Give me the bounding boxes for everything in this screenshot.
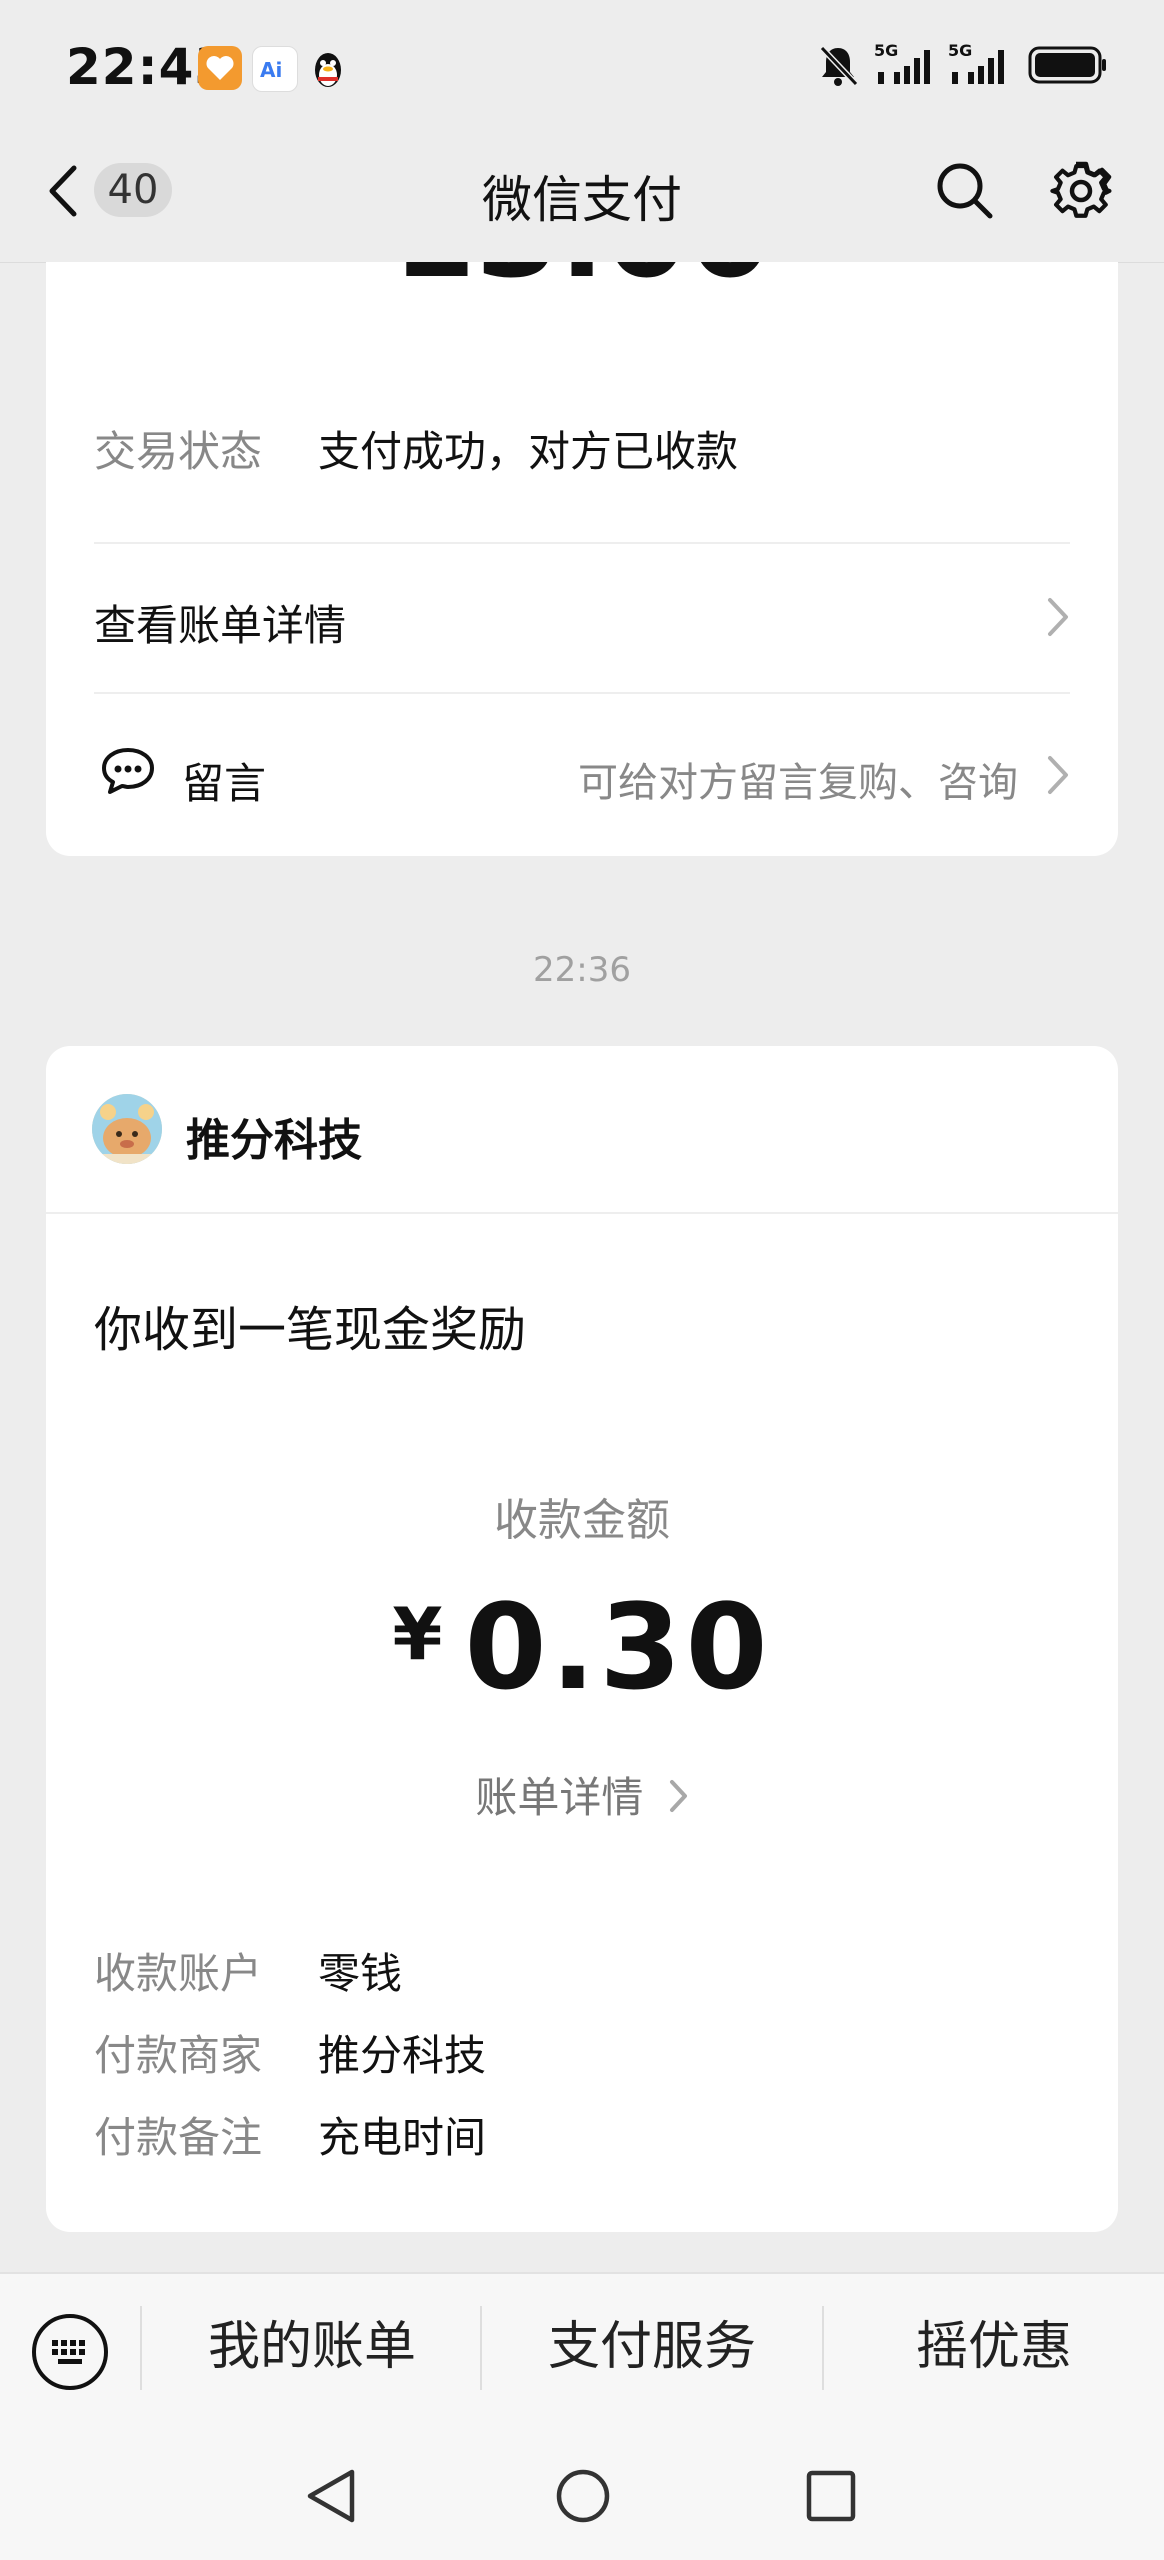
merchant-name[interactable]: 推分科技 [186,1104,362,1168]
battery-icon [1028,42,1108,92]
chevron-right-icon [667,1776,689,1826]
status-label: 交易状态 [94,427,263,476]
svg-text:5G: 5G [874,42,898,60]
status-value: 支付成功，对方已收款 [318,427,739,476]
bill-detail-link[interactable]: 账单详情 [475,1773,643,1822]
signal-icon: 5G [874,41,934,92]
menu-shake-discount[interactable]: 摇优惠 [824,2272,1164,2422]
currency-symbol: ¥ [392,1592,443,1676]
menu-my-bills[interactable]: 我的账单 [142,2272,482,2422]
detail-label: 付款备注 [94,2113,263,2162]
amount-label: 收款金额 [494,1495,670,1546]
merchant-avatar[interactable] [92,1094,162,1164]
status-icons: 5G 5G [816,41,1108,92]
svg-text:Ai: Ai [260,58,282,82]
keyboard-icon[interactable] [30,2312,110,2396]
qq-penguin-icon [306,46,350,90]
bill-detail-link-row[interactable]: 账单详情 [46,1764,1118,1826]
mute-bell-icon [816,42,860,92]
chevron-right-icon [1044,594,1070,644]
divider [46,1212,1118,1214]
back-triangle-icon[interactable] [304,2466,358,2530]
heart-app-icon [198,46,242,90]
chevron-right-icon [1044,752,1070,802]
reward-headline: 你收到一笔现金奖励 [94,1302,527,1358]
svg-text:5G: 5G [948,42,972,60]
detail-value: 推分科技 [318,2031,487,2080]
recents-square-icon[interactable] [804,2468,858,2528]
home-circle-icon[interactable] [554,2466,612,2530]
chat-bubble-icon [100,746,156,800]
detail-value: 充电时间 [318,2113,487,2162]
signal-icon: 5G [948,41,1014,92]
message-timestamp: 22:36 [533,950,631,990]
gear-icon[interactable] [1050,160,1112,226]
message-hint: 可给对方留言复购、咨询 [578,760,1018,806]
detail-label: 收款账户 [94,1949,263,1998]
search-icon[interactable] [934,160,996,226]
ai-app-icon: Ai [252,46,298,92]
message-label: 留言 [182,759,267,808]
amount-display: ¥0.30 [46,1578,1118,1716]
detail-value: 零钱 [318,1949,403,1998]
amount-partial-clip: 13.00 [46,262,1118,298]
amount-value: 0.30 [464,1578,772,1716]
view-bill-detail-link[interactable]: 查看账单详情 [94,592,346,653]
detail-label: 付款商家 [94,2031,263,2080]
amount-partial: 13.00 [46,262,1118,298]
menu-payment-services[interactable]: 支付服务 [482,2272,822,2422]
